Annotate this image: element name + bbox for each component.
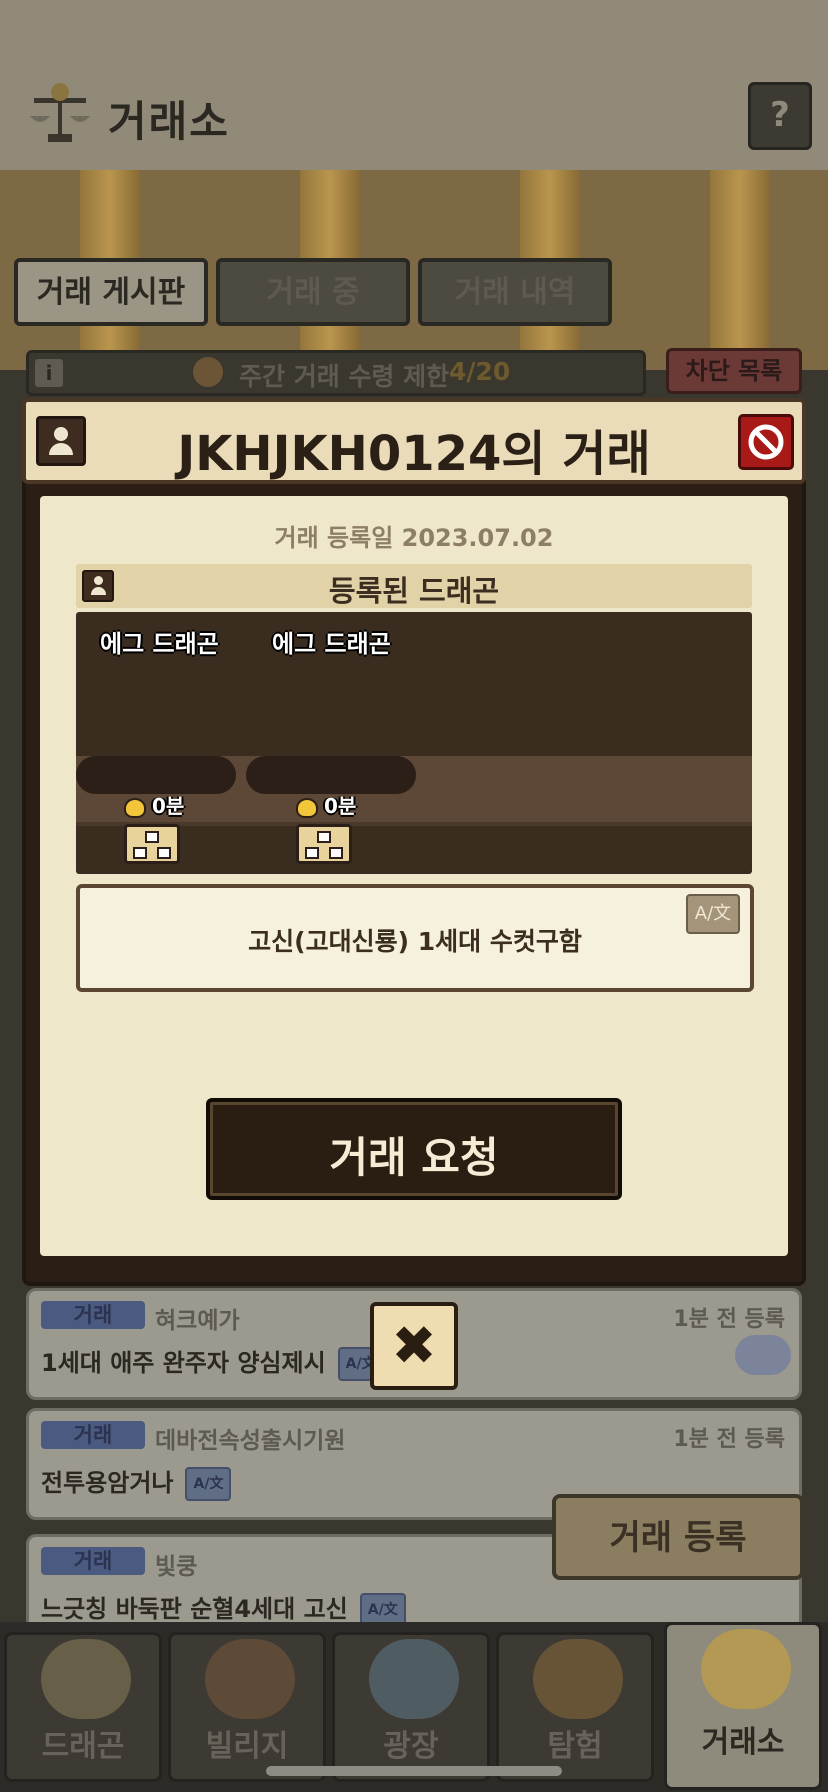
translate-button[interactable]: A/文 [686,894,740,934]
home-indicator[interactable] [266,1766,562,1776]
section-title: 등록된 드래곤 [328,574,500,608]
list-item-user: 데바전속성출시기원 [155,1428,346,1454]
nav-village[interactable]: 빌리지 [168,1632,326,1782]
trade-scale-icon [701,1629,791,1709]
trade-tag: 거래 [41,1421,145,1449]
list-item-message-text: 느긋칭 바둑판 순혈4세대 고신 [41,1595,348,1623]
nav-dragon[interactable]: 드래곤 [4,1632,162,1782]
heart-icon [296,797,318,818]
nav-plaza[interactable]: 광장 [332,1632,490,1782]
dragon-life: 0분 [124,790,184,819]
dragon-name: 에그 드래곤 [272,630,391,658]
list-item-message-text: 1세대 애주 완주자 양심제시 [41,1349,326,1377]
weekly-limit-bar: i 주간 거래 수령 제한 4/20 [26,350,646,396]
weekly-limit-value: 4/20 [449,357,511,386]
dragon-life-value: 0분 [324,794,357,818]
trade-tag: 거래 [41,1301,145,1329]
dragon-display-panel: 에그 드래곤 에그 드래곤 0분 0분 [76,612,752,874]
close-modal-button[interactable]: ✖ [370,1302,458,1390]
nav-explore[interactable]: 탐험 [496,1632,654,1782]
list-item-message: 전투용암거나 A/文 [41,1463,232,1501]
family-tree-icon [317,831,331,843]
list-item-user: 혀크예가 [155,1308,240,1334]
village-icon [205,1639,295,1719]
family-tree-button[interactable] [296,824,352,864]
nav-exchange[interactable]: 거래소 [664,1622,822,1790]
fox-icon [193,357,223,387]
dragon-life: 0분 [296,790,356,819]
dragon-icon [41,1639,131,1719]
tab-trading[interactable]: 거래 중 [216,258,410,326]
nav-label: 광장 [383,1729,439,1764]
list-item-message: 1세대 애주 완주자 양심제시 A/文 [41,1343,384,1381]
trade-message: 고신(고대신룡) 1세대 수컷구함 [248,927,582,956]
block-user-button[interactable] [738,414,794,470]
nav-label: 거래소 [701,1725,785,1760]
trade-request-button[interactable]: 거래 요청 [206,1098,622,1200]
weekly-limit-label: 주간 거래 수령 제한 [239,362,450,391]
nav-label: 탐험 [547,1729,603,1764]
block-list-button[interactable]: 차단 목록 [666,348,802,394]
registered-date: 거래 등록일 2023.07.02 [274,524,554,552]
list-item-time: 1분 전 등록 [673,1307,785,1332]
compass-icon [533,1639,623,1719]
modal-title: JKHJKH0124의 거래 [177,426,651,482]
list-item-time: 1분 전 등록 [673,1427,785,1452]
ban-icon [748,424,784,460]
list-item-user: 빛쿵 [155,1554,198,1580]
register-trade-button[interactable]: 거래 등록 [552,1494,804,1580]
tab-trade-board[interactable]: 거래 게시판 [14,258,208,326]
family-tree-icon [145,831,159,843]
tab-trade-history[interactable]: 거래 내역 [418,258,612,326]
page-title: 거래소 [108,97,230,146]
info-icon[interactable]: i [35,359,63,387]
trade-message-box: 고신(고대신룡) 1세대 수컷구함 A/文 [76,884,754,992]
nav-label: 빌리지 [205,1729,289,1764]
nav-label: 드래곤 [41,1729,125,1764]
dragon-life-value: 0분 [152,794,185,818]
trade-request-label: 거래 요청 [329,1133,499,1182]
trade-tag: 거래 [41,1547,145,1575]
registered-dragons-header: 등록된 드래곤 [76,564,752,608]
heart-icon [124,797,146,818]
modal-title-bar: JKHJKH0124의 거래 [22,398,806,484]
dragon-thumbnail-icon [735,1335,791,1375]
list-item-message-text: 전투용암거나 [41,1469,174,1497]
translate-icon[interactable]: A/文 [185,1467,232,1501]
trade-scale-icon [30,83,90,142]
family-tree-button[interactable] [124,824,180,864]
plaza-icon [369,1639,459,1719]
help-button[interactable]: ? [748,82,812,150]
dragon-name: 에그 드래곤 [100,630,219,658]
